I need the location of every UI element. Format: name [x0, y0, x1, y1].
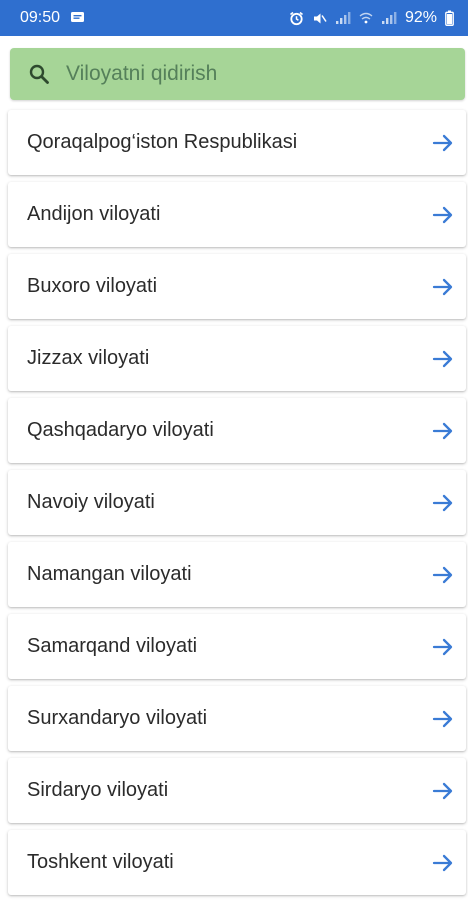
signal-icon: [381, 11, 397, 25]
list-item-label: Surxandaryo viloyati: [27, 707, 208, 729]
list-item-label: Qashqadaryo viloyati: [27, 419, 214, 441]
arrow-right-icon: [430, 274, 456, 300]
arrow-right-icon: [430, 706, 456, 732]
arrow-right-icon: [430, 562, 456, 588]
arrow-right-icon: [430, 850, 456, 876]
battery-level: 92%: [404, 9, 437, 26]
battery-icon: [445, 10, 454, 26]
list-item[interactable]: Andijon viloyati: [8, 182, 466, 247]
list-item-label: Navoiy viloyati: [27, 491, 155, 513]
signal-icon: [335, 11, 351, 25]
arrow-right-icon: [430, 202, 456, 228]
list-item-label: Samarqand viloyati: [27, 635, 198, 657]
arrow-right-icon: [430, 490, 456, 516]
list-item[interactable]: Samarqand viloyati: [8, 614, 466, 679]
search-input[interactable]: [66, 54, 436, 94]
list-item[interactable]: Toshkent viloyati: [8, 830, 466, 895]
list-item-label: Sirdaryo viloyati: [27, 779, 169, 801]
list-item-label: Buxoro viloyati: [27, 275, 158, 297]
wifi-icon: [359, 11, 373, 25]
alarm-icon: [289, 11, 304, 26]
region-list: Qoraqalpog‘iston Respublikasi Andijon vi…: [8, 110, 466, 902]
status-left: 09:50: [20, 9, 85, 27]
list-item-label: Namangan viloyati: [27, 563, 192, 585]
arrow-right-icon: [430, 634, 456, 660]
list-item-label: Jizzax viloyati: [27, 347, 150, 369]
list-item[interactable]: Surxandaryo viloyati: [8, 686, 466, 751]
list-item[interactable]: Qashqadaryo viloyati: [8, 398, 466, 463]
search-bar[interactable]: [10, 48, 465, 100]
list-item[interactable]: Jizzax viloyati: [8, 326, 466, 391]
mute-icon: [312, 11, 327, 26]
list-item[interactable]: Navoiy viloyati: [8, 470, 466, 535]
list-item-label: Qoraqalpog‘iston Respublikasi: [27, 131, 298, 153]
list-item[interactable]: Qoraqalpog‘iston Respublikasi: [8, 110, 466, 175]
list-item-label: Andijon viloyati: [27, 203, 161, 225]
arrow-right-icon: [430, 130, 456, 156]
list-item[interactable]: Sirdaryo viloyati: [8, 758, 466, 823]
list-item[interactable]: Buxoro viloyati: [8, 254, 466, 319]
clock: 09:50: [20, 9, 61, 26]
message-icon: [70, 11, 85, 25]
status-right: 92%: [289, 9, 454, 27]
arrow-right-icon: [430, 346, 456, 372]
search-icon: [26, 61, 52, 87]
list-item-label: Toshkent viloyati: [27, 851, 174, 873]
list-item[interactable]: Namangan viloyati: [8, 542, 466, 607]
status-bar: 09:50 92%: [0, 0, 468, 36]
arrow-right-icon: [430, 418, 456, 444]
arrow-right-icon: [430, 778, 456, 804]
